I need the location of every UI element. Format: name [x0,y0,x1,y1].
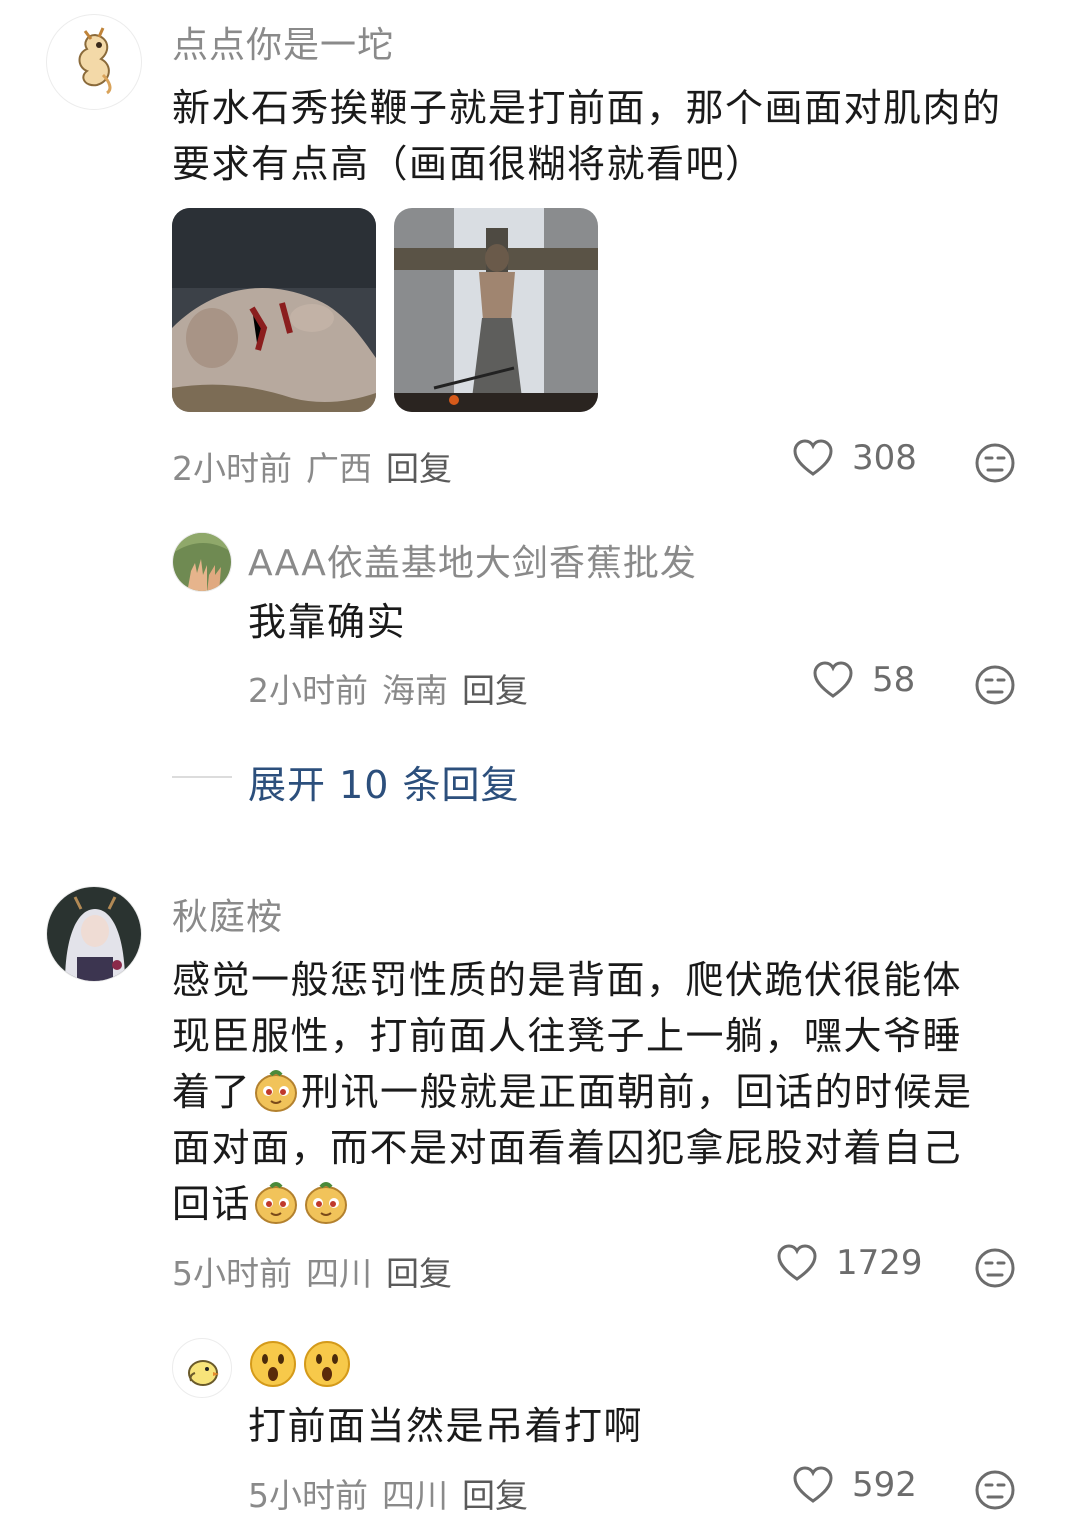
dislike-face-icon[interactable] [974,442,1016,484]
like-button[interactable]: 1729 [776,1243,923,1283]
dislike-face-icon[interactable] [974,1469,1016,1511]
reply-button[interactable]: 回复 [386,442,452,490]
heart-icon [777,1244,817,1281]
reply-meta: 5小时前 四川 回复 [248,1469,528,1517]
reply-avatar[interactable] [172,532,232,592]
reply-text: 打前面当然是吊着打啊 [248,1404,644,1448]
comment-text-segment: 着了 [172,1070,252,1114]
like-button[interactable]: 308 [792,438,917,478]
heart-icon [793,439,833,476]
bloody-man-lying-photo [172,208,376,412]
comment-location: 四川 [306,1254,372,1293]
like-count: 58 [872,660,916,700]
sly-potato-emoji-icon [305,1182,348,1224]
comment-meta: 2小时前 广西 回复 [172,442,452,490]
comment-text-segment: 回话 [172,1182,252,1226]
comment-text-line: 着了 刑讯一般就是正面朝前，回话的时候是 [172,1064,1052,1120]
reply-button[interactable]: 回复 [462,664,528,712]
reply-button[interactable]: 回复 [462,1469,528,1517]
reply-time: 5小时前 [248,1476,368,1515]
sly-potato-emoji-icon [255,1070,298,1112]
reply-meta: 2小时前 海南 回复 [248,664,528,712]
comment-text: 感觉一般惩罚性质的是背面，爬伏跪伏很能体 现臣服性，打前面人往凳子上一躺，嘿大爷… [172,952,1052,1232]
comment-time: 2小时前 [172,449,292,488]
expand-replies-button[interactable]: 展开 10 条回复 [248,754,520,809]
comment-image-2[interactable] [394,208,598,412]
sly-potato-emoji-icon [255,1182,298,1224]
comment-text-line: 现臣服性，打前面人往凳子上一躺，嘿大爷睡 [172,1014,963,1058]
heart-icon [793,1466,833,1503]
like-count: 592 [852,1465,917,1505]
reply-location: 四川 [382,1476,448,1515]
dragon-sticker-avatar-icon [78,27,112,95]
surprised-face-emoji-icon [250,1341,296,1387]
comment-text-line: 面对面，而不是对面看着囚犯拿屁股对着自己 [172,1126,963,1170]
man-bound-on-cross-photo [394,208,598,412]
comment-text: 新水石秀挨鞭子就是打前面，那个画面对肌肉的要求有点高（画面很糊将就看吧） [172,86,1002,186]
reply-text: 我靠确实 [248,600,407,644]
reply-username[interactable] [248,1336,356,1392]
reply-time: 2小时前 [248,671,368,710]
reply-location: 海南 [382,671,448,710]
like-button[interactable]: 592 [792,1465,917,1505]
comment-text-line: 回话 [172,1176,1052,1232]
avatar[interactable] [46,14,142,110]
expand-divider [172,776,232,778]
like-button[interactable]: 58 [812,660,915,700]
like-count: 308 [852,438,917,478]
comment-text-segment: 刑讯一般就是正面朝前，回话的时候是 [301,1070,973,1114]
reply-button[interactable]: 回复 [386,1247,452,1295]
comment-image-1[interactable] [172,208,376,412]
heart-icon [813,661,853,698]
dislike-face-icon[interactable] [974,664,1016,706]
avatar[interactable] [46,886,142,982]
comment-time: 5小时前 [172,1254,292,1293]
chick-sticker-avatar-icon [188,1360,219,1386]
reply-username[interactable]: AAA依盖基地大剑香蕉批发 [248,534,697,586]
hands-in-grass-avatar-icon [173,533,231,591]
white-haired-character-avatar-icon [47,887,141,981]
comment-text-line: 感觉一般惩罚性质的是背面，爬伏跪伏很能体 [172,958,963,1002]
comment-location: 广西 [306,449,372,488]
comment-username[interactable]: 点点你是一坨 [172,16,394,68]
comment-username[interactable]: 秋庭桉 [172,888,283,940]
surprised-face-emoji-icon [304,1341,350,1387]
reply-avatar[interactable] [172,1338,232,1398]
comment-meta: 5小时前 四川 回复 [172,1247,452,1295]
dislike-face-icon[interactable] [974,1247,1016,1289]
like-count: 1729 [836,1243,923,1283]
